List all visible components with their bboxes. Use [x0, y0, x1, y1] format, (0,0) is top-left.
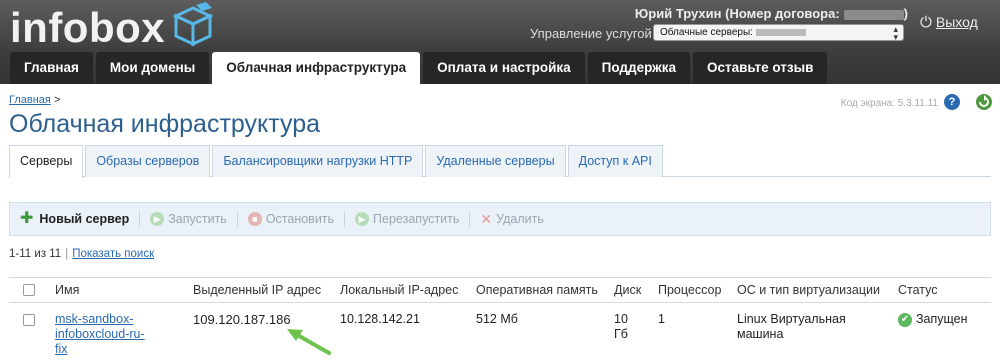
select-all-checkbox[interactable] — [23, 284, 35, 296]
delete-button[interactable]: ✕ Удалить — [480, 212, 543, 226]
power-icon: ⏻ — [920, 14, 932, 31]
tab-api-access[interactable]: Доступ к API — [567, 145, 663, 177]
nav-tab-cloud[interactable]: Облачная инфраструктура — [212, 52, 421, 84]
select-arrows-icon: ▴ ▾ — [893, 24, 898, 42]
col-ram[interactable]: Оперативная память — [476, 283, 598, 297]
refresh-icon[interactable] — [975, 93, 993, 111]
cube-logo-icon — [172, 2, 214, 47]
contract-number-blurred — [843, 9, 904, 20]
os-value: Linux Виртуальная машина — [737, 312, 846, 342]
col-local-ip[interactable]: Локальный IP-адрес — [340, 283, 458, 297]
check-icon: ✔ — [898, 312, 912, 327]
nav-tab-feedback[interactable]: Оставьте отзыв — [692, 52, 828, 84]
disk-value: 10 Гб — [614, 312, 628, 342]
col-status[interactable]: Статус — [898, 283, 938, 297]
pager-range: 1-11 из 11 — [9, 248, 62, 260]
server-name-line[interactable]: infoboxcloud-ru- — [55, 327, 145, 341]
top-header: infobox Юрий Трухин (Номер договора:) Уп… — [0, 0, 1000, 84]
main-nav: Главная Мои домены Облачная инфраструкту… — [10, 52, 830, 84]
server-name-line[interactable]: msk-sandbox- — [55, 312, 134, 326]
user-name: Юрий Трухин (Номер договора: — [634, 6, 840, 21]
logout-link[interactable]: ⏻ Выход — [920, 14, 978, 31]
os-value-line: машина — [737, 327, 784, 341]
toolbar-divider — [469, 211, 471, 227]
server-name-link[interactable]: msk-sandbox- infoboxcloud-ru- fix — [55, 312, 145, 357]
page-title: Облачная инфраструктура — [9, 110, 320, 138]
toolbar-divider — [236, 211, 238, 227]
ram-value: 512 Мб — [476, 312, 518, 326]
plus-icon: ✚ — [20, 210, 34, 227]
screen-code: Код экрана: 5.3.11.11 — [840, 98, 938, 109]
col-name[interactable]: Имя — [55, 283, 79, 297]
subtabs: Серверы Образы серверов Балансировщики н… — [9, 145, 991, 178]
nav-tab-home[interactable]: Главная — [10, 52, 93, 84]
table-row: msk-sandbox- infoboxcloud-ru- fix 109.12… — [9, 303, 991, 361]
pager: 1-11 из 11 | Показать поиск — [9, 248, 154, 260]
arrow-icon — [287, 329, 331, 355]
col-cpu[interactable]: Процессор — [658, 283, 721, 297]
logo[interactable]: infobox — [10, 4, 165, 52]
services-select-value: Облачные серверы: — [660, 27, 753, 38]
start-label: Запустить — [168, 212, 227, 226]
table-header: Имя Выделенный IP адрес Локальный IP-адр… — [9, 277, 991, 303]
server-toolbar: ✚ Новый сервер ▶ Запустить ■ Остановить … — [9, 202, 991, 236]
logout-label: Выход — [935, 14, 978, 30]
services-label: Управление услугой — [530, 26, 652, 41]
user-info-close: ) — [903, 6, 908, 21]
show-search-link[interactable]: Показать поиск — [72, 248, 154, 260]
new-server-button[interactable]: ✚ Новый сервер — [20, 210, 130, 227]
status-label: Запущен — [916, 312, 968, 326]
public-ip-value: 109.120.187.186 — [193, 312, 291, 327]
col-disk[interactable]: Диск — [614, 283, 641, 297]
services-select[interactable]: Облачные серверы: ▴ ▾ — [653, 24, 904, 42]
tab-deleted-servers[interactable]: Удаленные серверы — [425, 145, 566, 177]
delete-label: Удалить — [496, 212, 544, 226]
disk-value-unit: Гб — [614, 327, 628, 341]
pager-divider: | — [65, 248, 69, 260]
stop-icon: ■ — [247, 212, 262, 226]
tab-servers[interactable]: Серверы — [9, 145, 84, 178]
stop-button[interactable]: ■ Остановить — [247, 212, 335, 226]
toolbar-divider — [139, 211, 141, 227]
nav-tab-domains[interactable]: Мои домены — [95, 52, 210, 84]
server-name-line[interactable]: fix — [55, 342, 68, 356]
breadcrumb-sep: > — [53, 94, 61, 106]
disk-value-number: 10 — [614, 312, 628, 326]
row-checkbox[interactable] — [23, 314, 35, 326]
stop-label: Остановить — [265, 212, 335, 226]
col-public-ip[interactable]: Выделенный IP адрес — [193, 283, 321, 297]
breadcrumb: Главная > — [9, 94, 60, 106]
close-icon: ✕ — [480, 211, 493, 227]
toolbar-divider — [344, 211, 346, 227]
col-os[interactable]: ОС и тип виртуализации — [737, 283, 880, 297]
help-icon[interactable]: ? — [944, 94, 960, 110]
os-value-line: Linux Виртуальная — [737, 312, 846, 326]
nav-tab-support[interactable]: Поддержка — [587, 52, 690, 84]
restart-label: Перезапустить — [373, 212, 460, 226]
tab-load-balancers[interactable]: Балансировщики нагрузки HTTP — [212, 145, 424, 177]
start-button[interactable]: ▶ Запустить — [150, 212, 227, 226]
play-icon: ▶ — [150, 212, 165, 226]
status-badge: ✔ Запущен — [898, 312, 968, 327]
services-select-blurred — [755, 28, 806, 36]
breadcrumb-home[interactable]: Главная — [9, 94, 51, 106]
restart-icon: ▶ — [355, 212, 370, 226]
cpu-value: 1 — [658, 312, 665, 326]
tab-server-images[interactable]: Образы серверов — [85, 145, 211, 177]
local-ip-value: 10.128.142.21 — [340, 312, 420, 326]
user-info: Юрий Трухин (Номер договора:) — [635, 6, 908, 21]
nav-tab-billing[interactable]: Оплата и настройка — [423, 52, 585, 84]
new-server-label: Новый сервер — [39, 212, 130, 226]
restart-button[interactable]: ▶ Перезапустить — [355, 212, 459, 226]
